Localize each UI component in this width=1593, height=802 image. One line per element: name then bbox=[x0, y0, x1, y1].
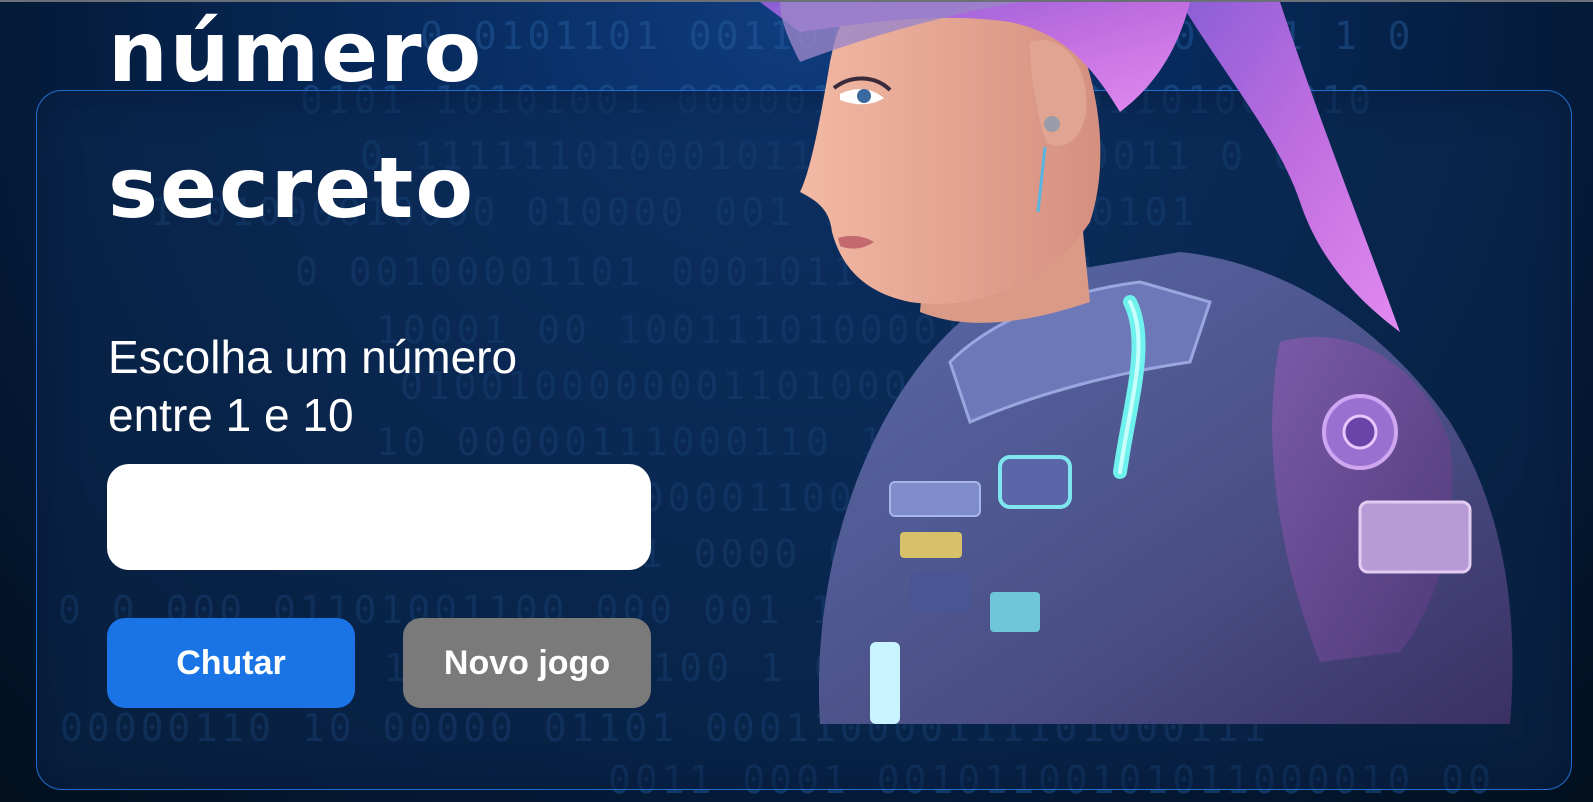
prompt-line-2: entre 1 e 10 bbox=[108, 389, 354, 441]
title-line-2: secreto bbox=[108, 139, 476, 237]
guess-prompt: Escolha um número entre 1 e 10 bbox=[108, 328, 648, 444]
cyberpunk-character-illustration bbox=[760, 2, 1513, 724]
guess-input[interactable] bbox=[107, 464, 651, 570]
new-game-button[interactable]: Novo jogo bbox=[403, 618, 651, 708]
guess-button[interactable]: Chutar bbox=[107, 618, 355, 708]
prompt-line-1: Escolha um número bbox=[108, 331, 518, 383]
title-line-1: número bbox=[108, 3, 484, 101]
